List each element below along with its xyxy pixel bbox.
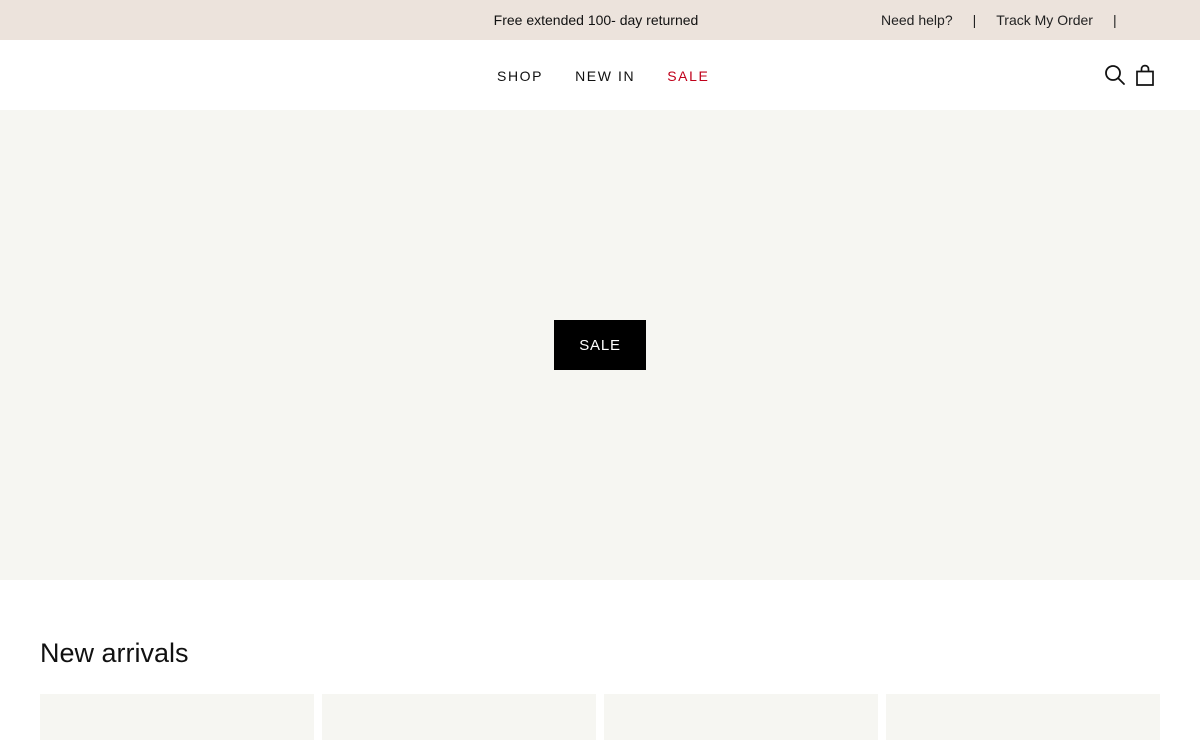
announcement-bar: Free extended 100- day returned Need hel…: [0, 0, 1200, 40]
track-order-link[interactable]: Track My Order: [996, 12, 1093, 28]
bag-icon[interactable]: [1133, 63, 1157, 87]
section-title: New arrivals: [40, 638, 189, 668]
product-grid: [40, 694, 1160, 740]
main-nav: SHOP NEW IN SALE: [497, 68, 709, 84]
sale-button[interactable]: SALE: [554, 320, 646, 370]
separator: |: [1112, 12, 1117, 28]
nav-new-in[interactable]: NEW IN: [575, 68, 635, 84]
need-help-link[interactable]: Need help?: [881, 12, 953, 28]
separator: |: [972, 12, 977, 28]
product-card[interactable]: [886, 694, 1160, 740]
hero-banner: SALE: [0, 110, 1200, 580]
main-header: SHOP NEW IN SALE: [0, 40, 1200, 110]
nav-sale[interactable]: SALE: [667, 68, 709, 84]
utility-links: Need help? | Track My Order |: [881, 12, 1117, 28]
nav-shop[interactable]: SHOP: [497, 68, 543, 84]
product-card[interactable]: [604, 694, 878, 740]
product-card[interactable]: [322, 694, 596, 740]
header-icons: [1103, 63, 1157, 87]
product-card[interactable]: [40, 694, 314, 740]
search-icon[interactable]: [1103, 63, 1127, 87]
